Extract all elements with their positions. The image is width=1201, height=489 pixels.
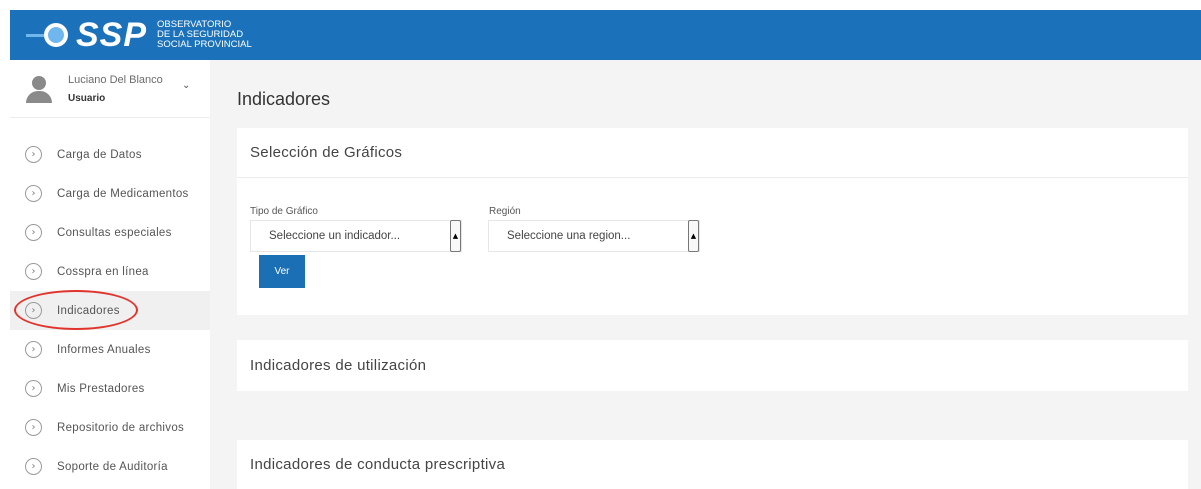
user-role: Usuario — [68, 92, 106, 104]
card-title: Selección de Gráficos — [250, 144, 403, 161]
sidebar-item-label: Soporte de Auditoría — [57, 460, 168, 473]
sidebar-item-label: Repositorio de archivos — [57, 421, 185, 434]
utilizacion-card[interactable]: Indicadores de utilización — [237, 340, 1188, 391]
chevron-right-circle-icon: › — [25, 419, 42, 436]
sidebar-item-label: Informes Anuales — [57, 343, 151, 356]
avatar-icon — [24, 74, 54, 104]
sidebar-item-carga-de-medicamentos[interactable]: › Carga de Medicamentos — [10, 174, 210, 213]
chevron-right-circle-icon: › — [25, 224, 42, 241]
sidebar-item-informes-anuales[interactable]: › Informes Anuales — [10, 330, 210, 369]
logo-line-icon — [26, 33, 44, 37]
region-select[interactable]: Seleccione una region... ▲ — [488, 220, 700, 252]
sidebar: Luciano Del Blanco Usuario ⌄ › Carga de … — [10, 60, 210, 489]
red-highlight-ellipse — [14, 290, 138, 330]
chevron-right-circle-icon: › — [25, 380, 42, 397]
conducta-prescriptiva-card[interactable]: Indicadores de conducta prescriptiva — [237, 440, 1188, 489]
tipo-grafico-value: Seleccione un indicador... — [269, 230, 401, 242]
ssp-logo[interactable]: SSP OBSERVATORIO DE LA SEGURIDAD SOCIAL … — [26, 16, 252, 55]
main-content: Indicadores Selección de Gráficos Tipo d… — [210, 60, 1201, 489]
card-title: Indicadores de utilización — [250, 357, 427, 374]
logo-circle-icon — [44, 23, 68, 47]
chevron-right-circle-icon: › — [25, 263, 42, 280]
logo-text: SSP — [76, 15, 148, 54]
chevron-right-circle-icon: › — [25, 185, 42, 202]
chevron-right-circle-icon: › — [25, 458, 42, 475]
top-header-bar: SSP OBSERVATORIO DE LA SEGURIDAD SOCIAL … — [10, 10, 1201, 60]
region-label: Región — [489, 206, 521, 217]
tipo-grafico-label: Tipo de Gráfico — [250, 206, 318, 217]
user-profile[interactable]: Luciano Del Blanco Usuario ⌄ — [10, 60, 210, 118]
sidebar-item-indicadores[interactable]: › Indicadores — [10, 290, 210, 330]
sidebar-item-label: Consultas especiales — [57, 226, 172, 239]
sidebar-menu: › Carga de Datos › Carga de Medicamentos… — [10, 135, 210, 486]
dropdown-caret-icon[interactable]: ⌄ — [182, 80, 190, 91]
chevron-right-circle-icon: › — [25, 146, 42, 163]
card-header: Selección de Gráficos — [237, 128, 1188, 178]
chevron-right-circle-icon: › — [25, 341, 42, 358]
select-arrows-icon[interactable]: ▲ — [688, 220, 699, 252]
sidebar-item-cosspra-en-linea[interactable]: › Cosspra en línea — [10, 252, 210, 291]
sidebar-item-consultas-especiales[interactable]: › Consultas especiales — [10, 213, 210, 252]
sidebar-item-repositorio-de-archivos[interactable]: › Repositorio de archivos — [10, 408, 210, 447]
user-name: Luciano Del Blanco — [68, 73, 163, 86]
region-value: Seleccione una region... — [507, 230, 631, 242]
chart-selection-card: Selección de Gráficos Tipo de Gráfico Se… — [237, 128, 1188, 315]
ver-button[interactable]: Ver — [259, 255, 305, 288]
sidebar-item-label: Carga de Datos — [57, 148, 142, 161]
logo-subtitle-line-3: SOCIAL PROVINCIAL — [157, 39, 252, 50]
logo-subtitle: OBSERVATORIO DE LA SEGURIDAD SOCIAL PROV… — [157, 20, 252, 50]
sidebar-item-label: Cosspra en línea — [57, 265, 149, 278]
sidebar-item-soporte-de-auditoria[interactable]: › Soporte de Auditoría — [10, 447, 210, 486]
sidebar-item-carga-de-datos[interactable]: › Carga de Datos — [10, 135, 210, 174]
tipo-grafico-select[interactable]: Seleccione un indicador... ▲ — [250, 220, 462, 252]
card-title: Indicadores de conducta prescriptiva — [250, 456, 506, 473]
page-title: Indicadores — [237, 89, 331, 109]
sidebar-item-mis-prestadores[interactable]: › Mis Prestadores — [10, 369, 210, 408]
sidebar-item-label: Mis Prestadores — [57, 382, 145, 395]
select-arrows-icon[interactable]: ▲ — [450, 220, 461, 252]
sidebar-item-label: Carga de Medicamentos — [57, 187, 189, 200]
